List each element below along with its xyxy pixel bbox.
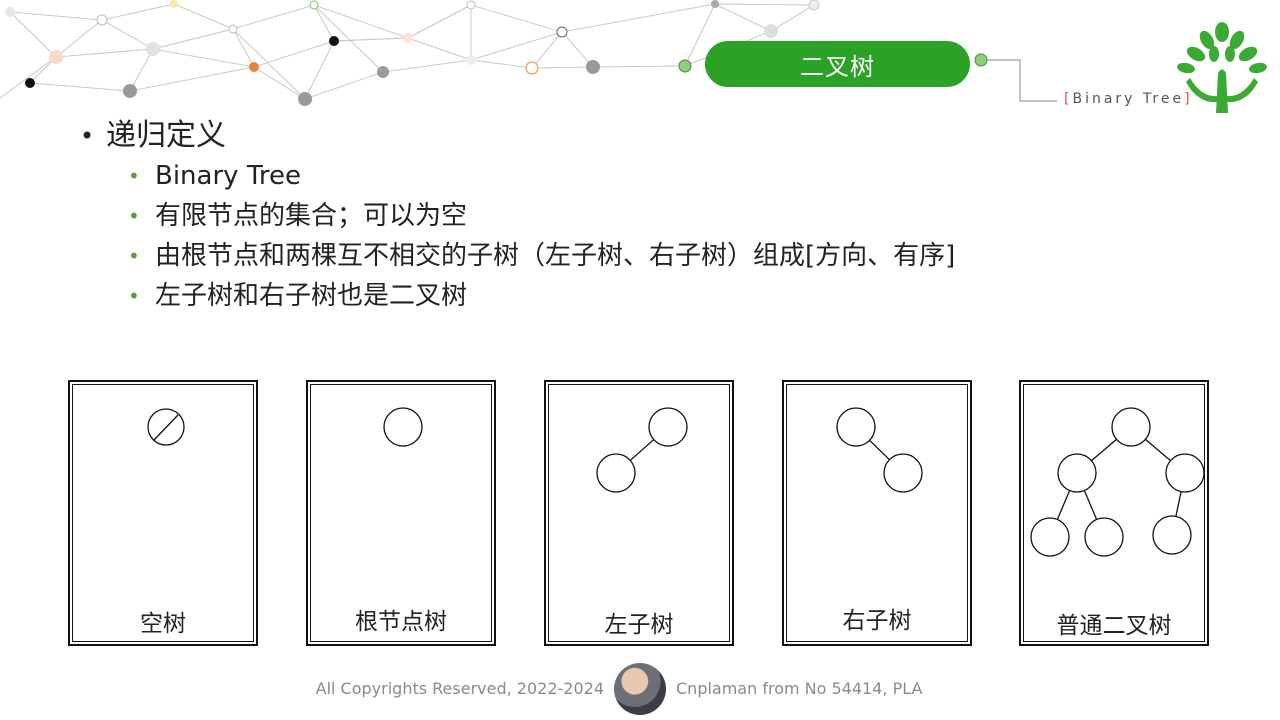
- tree-node: [1084, 517, 1124, 557]
- diagram-label: 普通二叉树: [1056, 613, 1172, 639]
- null-slash: [153, 414, 179, 441]
- tree-node: [1165, 453, 1205, 493]
- author-avatar: [614, 663, 666, 715]
- empty-tree-diagram: [147, 408, 185, 446]
- footer-author: Cnplaman from No 54414, PLA: [676, 679, 923, 698]
- bullet-dot-icon: •: [80, 122, 95, 150]
- list-item-text: Binary Tree: [155, 161, 301, 191]
- tree-edge: [615, 426, 669, 474]
- tree-edge: [1171, 472, 1186, 536]
- list-item: • 左子树和右子树也是二叉树: [128, 276, 955, 316]
- tree-edge: [855, 426, 904, 474]
- diagram-general-tree: 普通二叉树: [1019, 380, 1209, 646]
- tree-node: [596, 453, 636, 493]
- diagram-right-subtree: 右子树: [782, 380, 972, 646]
- heading-text: 递归定义: [106, 118, 226, 153]
- root-tree-diagram: [383, 407, 423, 447]
- tree-logo-icon: [1177, 22, 1267, 113]
- list-item-text: 由根节点和两棵互不相交的子树（左子树、右子树）组成[方向、有序]: [155, 241, 956, 271]
- tree-node: [383, 407, 423, 447]
- diagram-empty-tree: 空树: [68, 380, 258, 646]
- bullet-dot-icon: •: [128, 204, 140, 228]
- list-item-text: 有限节点的集合；可以为空: [155, 201, 468, 231]
- tree-edge: [1076, 426, 1132, 474]
- diagram-root-tree: 根节点树: [306, 380, 496, 646]
- tree-node: [1152, 515, 1192, 555]
- slide-title-text: 二叉树: [800, 52, 875, 81]
- left-subtree-diagram: [596, 407, 688, 493]
- list-item-text: 左子树和右子树也是二叉树: [155, 281, 468, 311]
- diagram-label: 根节点树: [355, 609, 447, 635]
- bullet-dot-icon: •: [128, 284, 140, 308]
- definition-list: • 递归定义 • Binary Tree • 有限节点的集合；可以为空 • 由根…: [80, 116, 955, 316]
- tree-edge: [1049, 472, 1078, 538]
- diagram-left-subtree: 左子树: [544, 380, 734, 646]
- tree-node: [836, 407, 876, 447]
- tree-edge: [1076, 472, 1105, 538]
- tree-node: [1057, 453, 1097, 493]
- list-item: • Binary Tree: [128, 156, 955, 196]
- general-tree-diagram: [1030, 407, 1205, 557]
- right-subtree-diagram: [836, 407, 923, 493]
- bullet-dot-icon: •: [128, 244, 140, 268]
- diagram-label: 空树: [140, 611, 186, 637]
- list-item: • 由根节点和两棵互不相交的子树（左子树、右子树）组成[方向、有序]: [128, 236, 955, 276]
- bullet-dot-icon: •: [128, 164, 140, 188]
- subtitle-text: Binary Tree: [1072, 91, 1185, 107]
- list-item: • 有限节点的集合；可以为空: [128, 196, 955, 236]
- diagram-label: 左子树: [604, 612, 674, 638]
- diagram-label: 右子树: [842, 608, 912, 634]
- footer-copyright: All Copyrights Reserved, 2022-2024: [315, 679, 604, 698]
- tree-edge: [1130, 426, 1186, 474]
- heading-bullet: • 递归定义: [80, 116, 955, 156]
- tree-node: [883, 453, 923, 493]
- tree-node: [1111, 407, 1151, 447]
- tree-node: [648, 407, 688, 447]
- slide-title: 二叉树: [705, 41, 970, 87]
- null-node: [147, 408, 185, 446]
- tree-node: [1030, 517, 1070, 557]
